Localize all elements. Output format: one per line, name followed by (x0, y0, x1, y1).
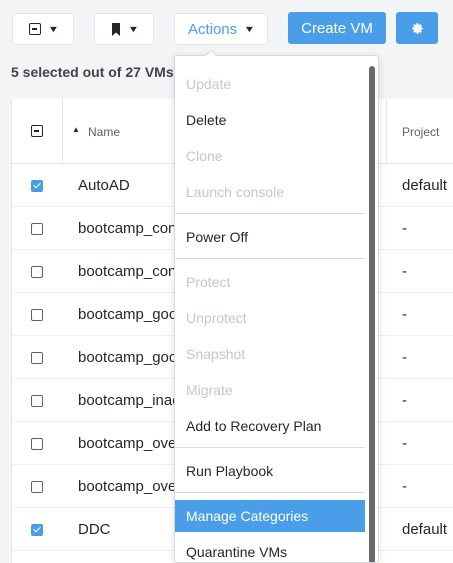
vm-project: - (402, 306, 407, 323)
menu-item-run-playbook[interactable]: Run Playbook (175, 455, 365, 487)
bookmark-icon (111, 22, 120, 36)
menu-divider (175, 213, 365, 214)
vm-name[interactable]: bootcamp_good (78, 306, 186, 323)
row-checkbox[interactable] (31, 180, 43, 192)
vm-name[interactable]: DDC (78, 521, 111, 538)
row-checkbox[interactable] (31, 524, 43, 536)
menu-divider (175, 447, 365, 448)
chevron-down-icon: ▼ (127, 24, 139, 34)
vm-name[interactable]: bootcamp_over (78, 435, 181, 452)
menu-item-clone[interactable]: Clone (175, 140, 365, 172)
vm-project: - (402, 263, 407, 280)
chevron-down-icon: ▼ (47, 24, 59, 34)
menu-item-power-off[interactable]: Power Off (175, 221, 365, 253)
selection-summary: 5 selected out of 27 VMs (11, 64, 174, 80)
actions-menu: Update Delete Clone Launch console Power Off… (174, 55, 379, 563)
menu-item-protect[interactable]: Protect (175, 266, 365, 298)
vm-name[interactable]: bootcamp_cons (78, 220, 184, 237)
actions-label: Actions (187, 20, 238, 38)
menu-item-snapshot[interactable]: Snapshot (175, 338, 365, 370)
vm-name[interactable]: bootcamp_cons (78, 263, 184, 280)
vm-project: - (402, 392, 407, 409)
menu-item-launch-console[interactable]: Launch console (175, 176, 365, 208)
vm-project: - (402, 349, 407, 366)
chevron-down-icon: ▼ (243, 24, 256, 34)
menu-item-unprotect[interactable]: Unprotect (175, 302, 365, 334)
settings-button[interactable] (396, 12, 438, 44)
create-vm-label: Create VM (301, 19, 373, 37)
create-vm-button[interactable]: Create VM (288, 12, 386, 44)
row-checkbox[interactable] (31, 223, 43, 235)
menu-item-add-to-recovery-plan[interactable]: Add to Recovery Plan (175, 410, 365, 442)
column-header-name[interactable]: Name (88, 125, 120, 139)
row-checkbox[interactable] (31, 481, 43, 493)
checkbox-minus-icon (28, 23, 41, 35)
column-header-project[interactable]: Project (402, 125, 439, 139)
menu-item-quarantine-vms[interactable]: Quarantine VMs (175, 536, 365, 562)
menu-divider (175, 258, 365, 259)
row-checkbox[interactable] (31, 352, 43, 364)
menu-divider (175, 492, 365, 493)
bulk-select-dropdown[interactable]: ▼ (12, 13, 74, 45)
vm-name[interactable]: bootcamp_over (78, 478, 181, 495)
vm-project: default (402, 177, 448, 194)
actions-dropdown-button[interactable]: Actions ▼ (174, 13, 268, 45)
gear-icon (411, 22, 423, 34)
row-checkbox[interactable] (31, 395, 43, 407)
vm-name[interactable]: AutoAD (78, 177, 130, 194)
select-all-checkbox[interactable] (31, 125, 43, 137)
bookmark-dropdown[interactable]: ▼ (94, 13, 154, 45)
vm-project: - (402, 220, 407, 237)
row-checkbox[interactable] (31, 309, 43, 321)
vm-name[interactable]: bootcamp_inact (78, 392, 184, 409)
vm-project: default (402, 521, 448, 538)
menu-item-update[interactable]: Update (175, 68, 365, 100)
row-checkbox[interactable] (31, 266, 43, 278)
vm-name[interactable]: bootcamp_good (78, 349, 186, 366)
vm-project: - (402, 435, 407, 452)
menu-item-delete[interactable]: Delete (175, 104, 365, 136)
vm-project: - (402, 478, 407, 495)
sort-ascending-icon[interactable]: ▲ (72, 125, 80, 134)
menu-item-manage-categories[interactable]: Manage Categories (175, 500, 365, 532)
menu-scrollbar[interactable] (369, 66, 375, 562)
menu-item-migrate[interactable]: Migrate (175, 374, 365, 406)
row-checkbox[interactable] (31, 438, 43, 450)
